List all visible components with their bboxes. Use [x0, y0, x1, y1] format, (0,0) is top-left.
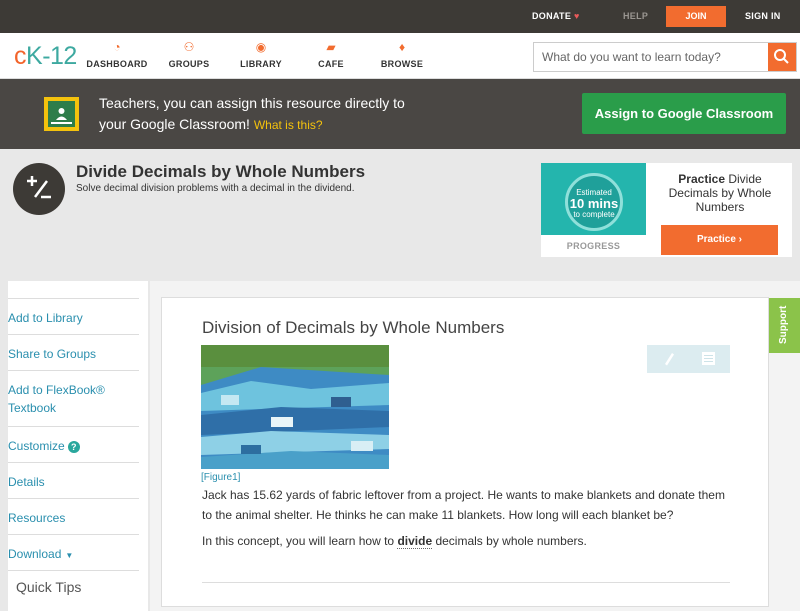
chat-bubble-icon: ▰	[326, 40, 336, 54]
progress-ring-image: Estimated 10 mins to complete	[541, 163, 646, 235]
module-title: Divide Decimals by Whole Numbers	[76, 162, 366, 181]
sign-in-link[interactable]: SIGN IN	[745, 11, 781, 21]
support-tab[interactable]: Support	[769, 298, 800, 353]
plus-minus-icon	[13, 163, 65, 215]
assign-google-classroom-button[interactable]: Assign to Google Classroom	[582, 93, 786, 134]
lightbulb-icon: ♦	[398, 40, 406, 54]
nav-cafe[interactable]: ▰ CAFE	[296, 41, 366, 69]
nav-browse[interactable]: ♦ BROWSE	[367, 41, 437, 69]
caret-down-icon: ▼	[65, 551, 74, 560]
top-bar: DONATE ♥ HELP JOIN SIGN IN	[0, 0, 800, 33]
sidebar-item-resources[interactable]: Resources	[8, 498, 139, 527]
content-divider	[202, 582, 730, 583]
heart-icon: ♥	[573, 11, 580, 21]
chevron-right-icon: ›	[738, 234, 743, 245]
search-bar	[533, 42, 797, 72]
google-classroom-icon	[44, 97, 79, 131]
search-icon	[774, 49, 789, 64]
pencil-icon[interactable]	[665, 353, 674, 366]
what-is-this-link[interactable]: What is this?	[254, 118, 323, 132]
notes-icon[interactable]	[702, 352, 715, 365]
ck12-logo[interactable]: cK-12	[14, 43, 77, 69]
lesson-paragraph: Jack has 15.62 yards of fabric leftover …	[202, 488, 725, 522]
practice-title: Practice Divide Decimals by Whole Number…	[668, 172, 772, 214]
groups-icon: ⚇	[183, 40, 195, 54]
help-link[interactable]: HELP	[623, 11, 648, 21]
practice-button[interactable]: Practice ›	[661, 225, 778, 255]
donate-link[interactable]: DONATE ♥	[532, 11, 580, 21]
main-navbar: cK-12 ◔ DASHBOARD ⚇ GROUPS ◉ LIBRARY ▰ C…	[0, 33, 800, 79]
join-button[interactable]: JOIN	[666, 6, 726, 27]
search-input[interactable]	[534, 43, 770, 71]
sidebar-item-details[interactable]: Details	[8, 462, 139, 491]
nav-dashboard[interactable]: ◔ DASHBOARD	[82, 41, 152, 69]
practice-card: Estimated 10 mins to complete PROGRESS P…	[541, 163, 792, 257]
dashboard-icon: ◔	[113, 40, 121, 54]
estimated-time-badge: Estimated 10 mins to complete	[565, 173, 623, 231]
nav-library[interactable]: ◉ LIBRARY	[226, 41, 296, 69]
sidebar-item-customize[interactable]: Customize?	[8, 426, 139, 455]
vocab-term-divide[interactable]: divide	[397, 534, 433, 549]
figure-caption[interactable]: [Figure1]	[201, 472, 240, 483]
module-description: Solve decimal division problems with a d…	[76, 183, 355, 194]
lesson-title: Division of Decimals by Whole Numbers	[202, 318, 505, 337]
sidebar-divider	[8, 570, 139, 571]
sidebar-item-add-to-library[interactable]: Add to Library	[8, 298, 139, 327]
sidebar-item-download[interactable]: Download ▼	[8, 534, 139, 565]
sidebar-item-share-to-groups[interactable]: Share to Groups	[8, 334, 139, 363]
search-button[interactable]	[768, 43, 796, 71]
progress-label: PROGRESS	[566, 241, 621, 251]
lesson-intro-paragraph: In this concept, you will learn how to d…	[202, 534, 587, 549]
annotation-tools	[647, 345, 730, 373]
nav-groups[interactable]: ⚇ GROUPS	[154, 41, 224, 69]
quick-tips-heading: Quick Tips	[16, 579, 82, 595]
help-icon[interactable]: ?	[67, 441, 80, 453]
library-icon: ◉	[255, 40, 267, 54]
teacher-message: Teachers, you can assign this resource d…	[99, 95, 405, 132]
quilt-image	[201, 345, 389, 469]
sidebar-item-add-to-flexbook[interactable]: Add to FlexBook® Textbook	[8, 370, 139, 426]
